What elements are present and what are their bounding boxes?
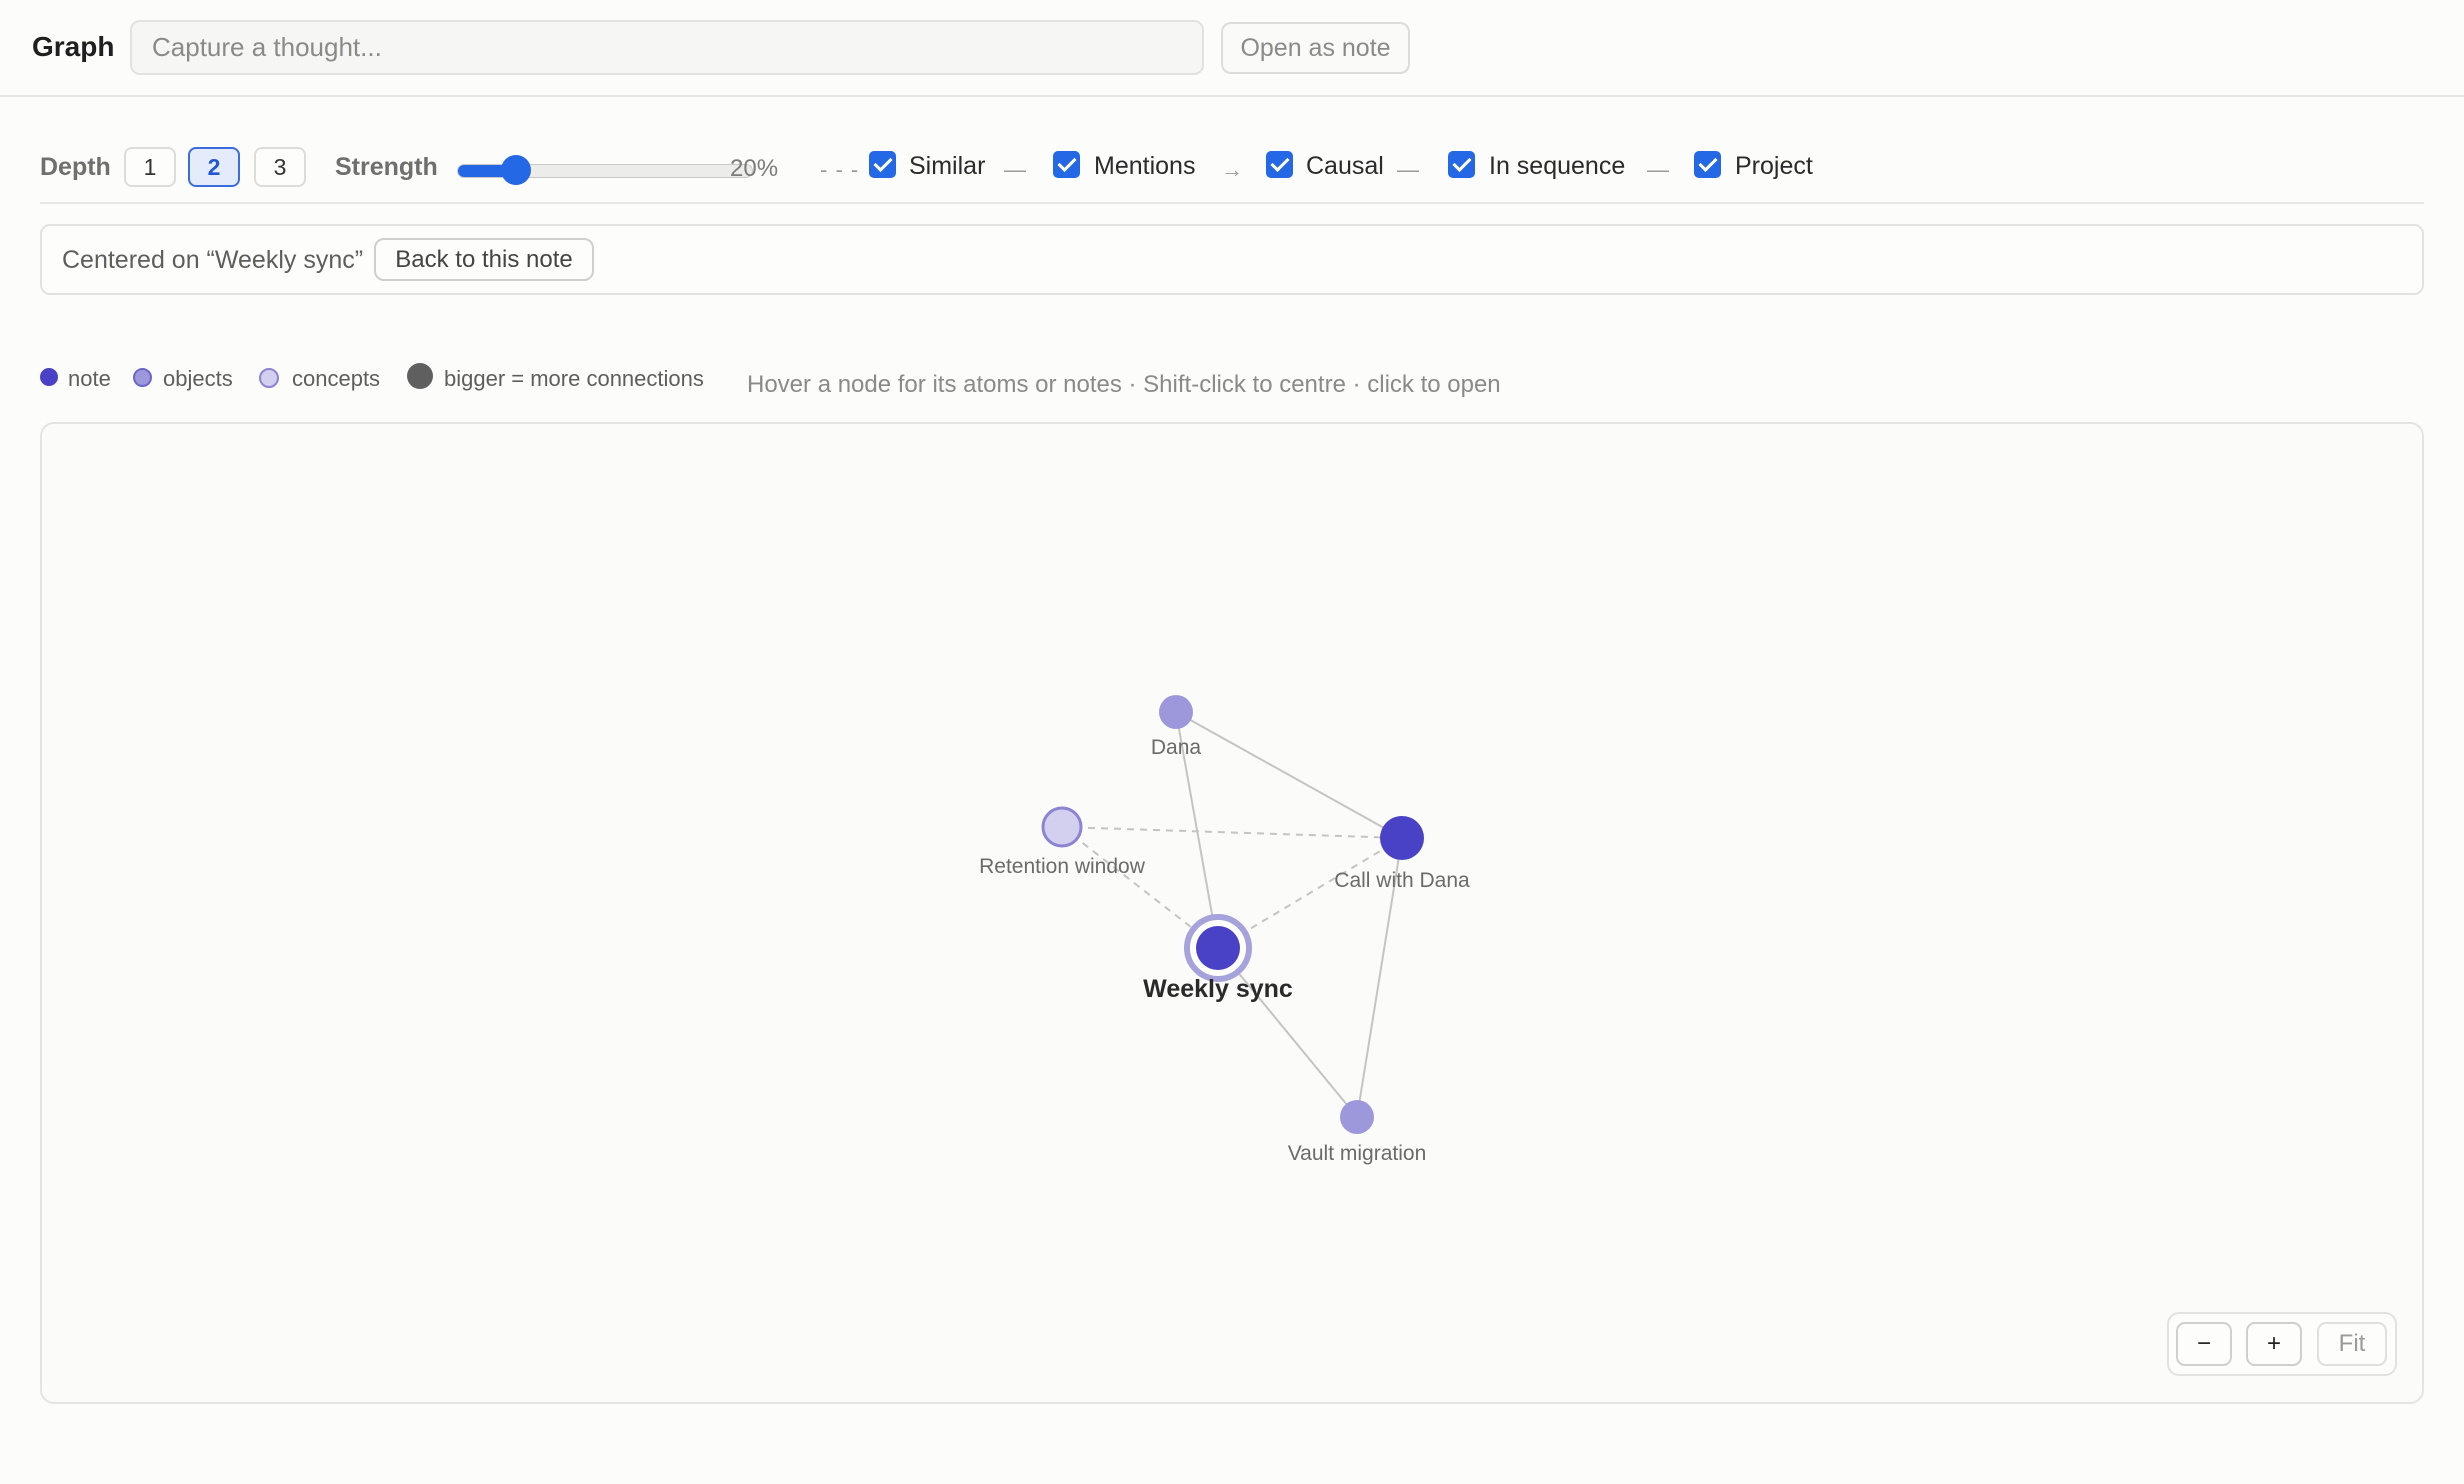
- node-circle-vault[interactable]: [1340, 1100, 1374, 1134]
- note-legend-icon: [40, 368, 58, 386]
- in-sequence-line-icon: —: [1397, 157, 1420, 182]
- causal-arrow-icon: →: [1221, 157, 1244, 182]
- graph-node-weekly[interactable]: Weekly sync: [1143, 914, 1293, 1003]
- depth-option-2[interactable]: 2: [188, 147, 240, 187]
- zoom-in-button[interactable]: +: [2246, 1322, 2302, 1366]
- graph-node-call[interactable]: Call with Dana: [1334, 816, 1470, 892]
- project-label: Project: [1735, 152, 1813, 180]
- page-title: Graph: [32, 31, 115, 62]
- node-circle-dana[interactable]: [1159, 695, 1193, 729]
- mentions-line-icon: —: [1004, 157, 1027, 182]
- graph-node-retention[interactable]: Retention window: [979, 806, 1146, 878]
- graph-canvas[interactable]: Dana Retention window Call with Dana Weekly…: [40, 422, 2424, 1404]
- depth-option-3[interactable]: 3: [254, 147, 306, 187]
- node-label-retention: Retention window: [979, 855, 1146, 878]
- in-sequence-checkbox[interactable]: [1448, 151, 1475, 178]
- causal-label: Causal: [1306, 152, 1384, 180]
- legend-objects: objects: [163, 366, 233, 391]
- in-sequence-label: In sequence: [1489, 152, 1626, 180]
- objects-legend-icon: [133, 368, 152, 387]
- centered-banner: Centered on “Weekly sync” Back to this n…: [40, 224, 2424, 295]
- project-checkbox[interactable]: [1694, 151, 1721, 178]
- zoom-controls: − + Fit: [2167, 1312, 2397, 1376]
- node-label-call: Call with Dana: [1334, 869, 1470, 892]
- concepts-legend-icon: [259, 368, 279, 388]
- centered-on-text: Centered on “Weekly sync”: [62, 246, 364, 274]
- strength-value: 20%: [730, 155, 779, 182]
- graph-controls: Depth 1 2 3 Strength 20% - - - Similar —…: [40, 140, 2424, 204]
- capture-input[interactable]: [130, 20, 1204, 75]
- similar-label: Similar: [909, 152, 986, 180]
- size-legend-icon: [407, 363, 433, 389]
- graph-node-vault[interactable]: Vault migration: [1288, 1100, 1427, 1165]
- graph-legend: note objects concepts bigger = more conn…: [40, 363, 2424, 398]
- app-header: Graph Open as note: [0, 0, 2464, 97]
- mentions-label: Mentions: [1094, 152, 1196, 180]
- node-label-weekly: Weekly sync: [1143, 975, 1293, 1003]
- project-line-icon: —: [1647, 157, 1670, 182]
- similar-line-icon: - - -: [820, 157, 860, 182]
- legend-size: bigger = more connections: [444, 366, 704, 391]
- graph-svg[interactable]: Dana Retention window Call with Dana Weekly…: [42, 424, 2422, 1402]
- graph-node-dana[interactable]: Dana: [1151, 695, 1202, 759]
- strength-slider-handle[interactable]: [501, 155, 531, 185]
- strength-label: Strength: [335, 153, 438, 181]
- node-circle-call[interactable]: [1380, 816, 1424, 860]
- back-to-note-button[interactable]: Back to this note: [374, 238, 594, 281]
- mentions-checkbox[interactable]: [1053, 151, 1080, 178]
- similar-checkbox[interactable]: [869, 151, 896, 178]
- depth-label: Depth: [40, 153, 111, 181]
- causal-checkbox[interactable]: [1266, 151, 1293, 178]
- edge-retention-call: [1061, 826, 1403, 839]
- open-as-note-button[interactable]: Open as note: [1221, 22, 1410, 74]
- legend-concepts: concepts: [292, 366, 381, 391]
- zoom-out-button[interactable]: −: [2176, 1322, 2232, 1366]
- node-circle-retention[interactable]: [1041, 806, 1083, 848]
- node-label-dana: Dana: [1151, 736, 1202, 759]
- depth-option-1[interactable]: 1: [124, 147, 176, 187]
- graph-hint: Hover a node for its atoms or notes · Sh…: [747, 371, 1501, 398]
- node-circle-weekly[interactable]: [1196, 926, 1240, 970]
- legend-note: note: [68, 366, 111, 391]
- edge-dana-call: [1175, 711, 1403, 839]
- zoom-fit-button[interactable]: Fit: [2317, 1322, 2387, 1366]
- node-label-vault: Vault migration: [1288, 1142, 1427, 1165]
